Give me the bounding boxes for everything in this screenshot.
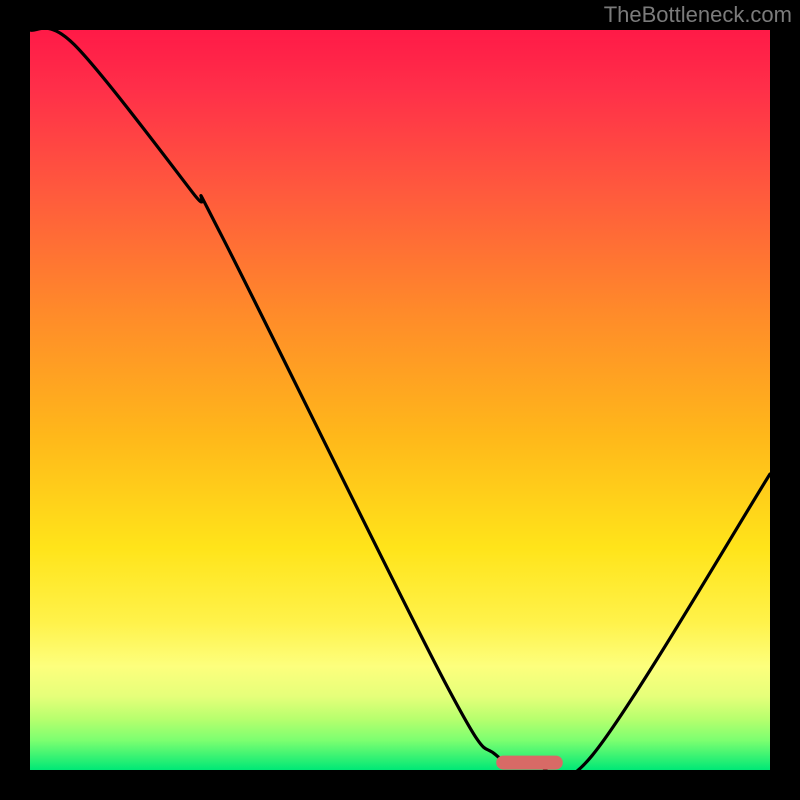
chart-stage: TheBottleneck.com [0,0,800,800]
optimal-marker [496,756,563,770]
plot-area [30,30,770,770]
chart-svg [30,30,770,770]
bottleneck-curve-path [30,30,770,770]
watermark-text: TheBottleneck.com [604,2,792,28]
